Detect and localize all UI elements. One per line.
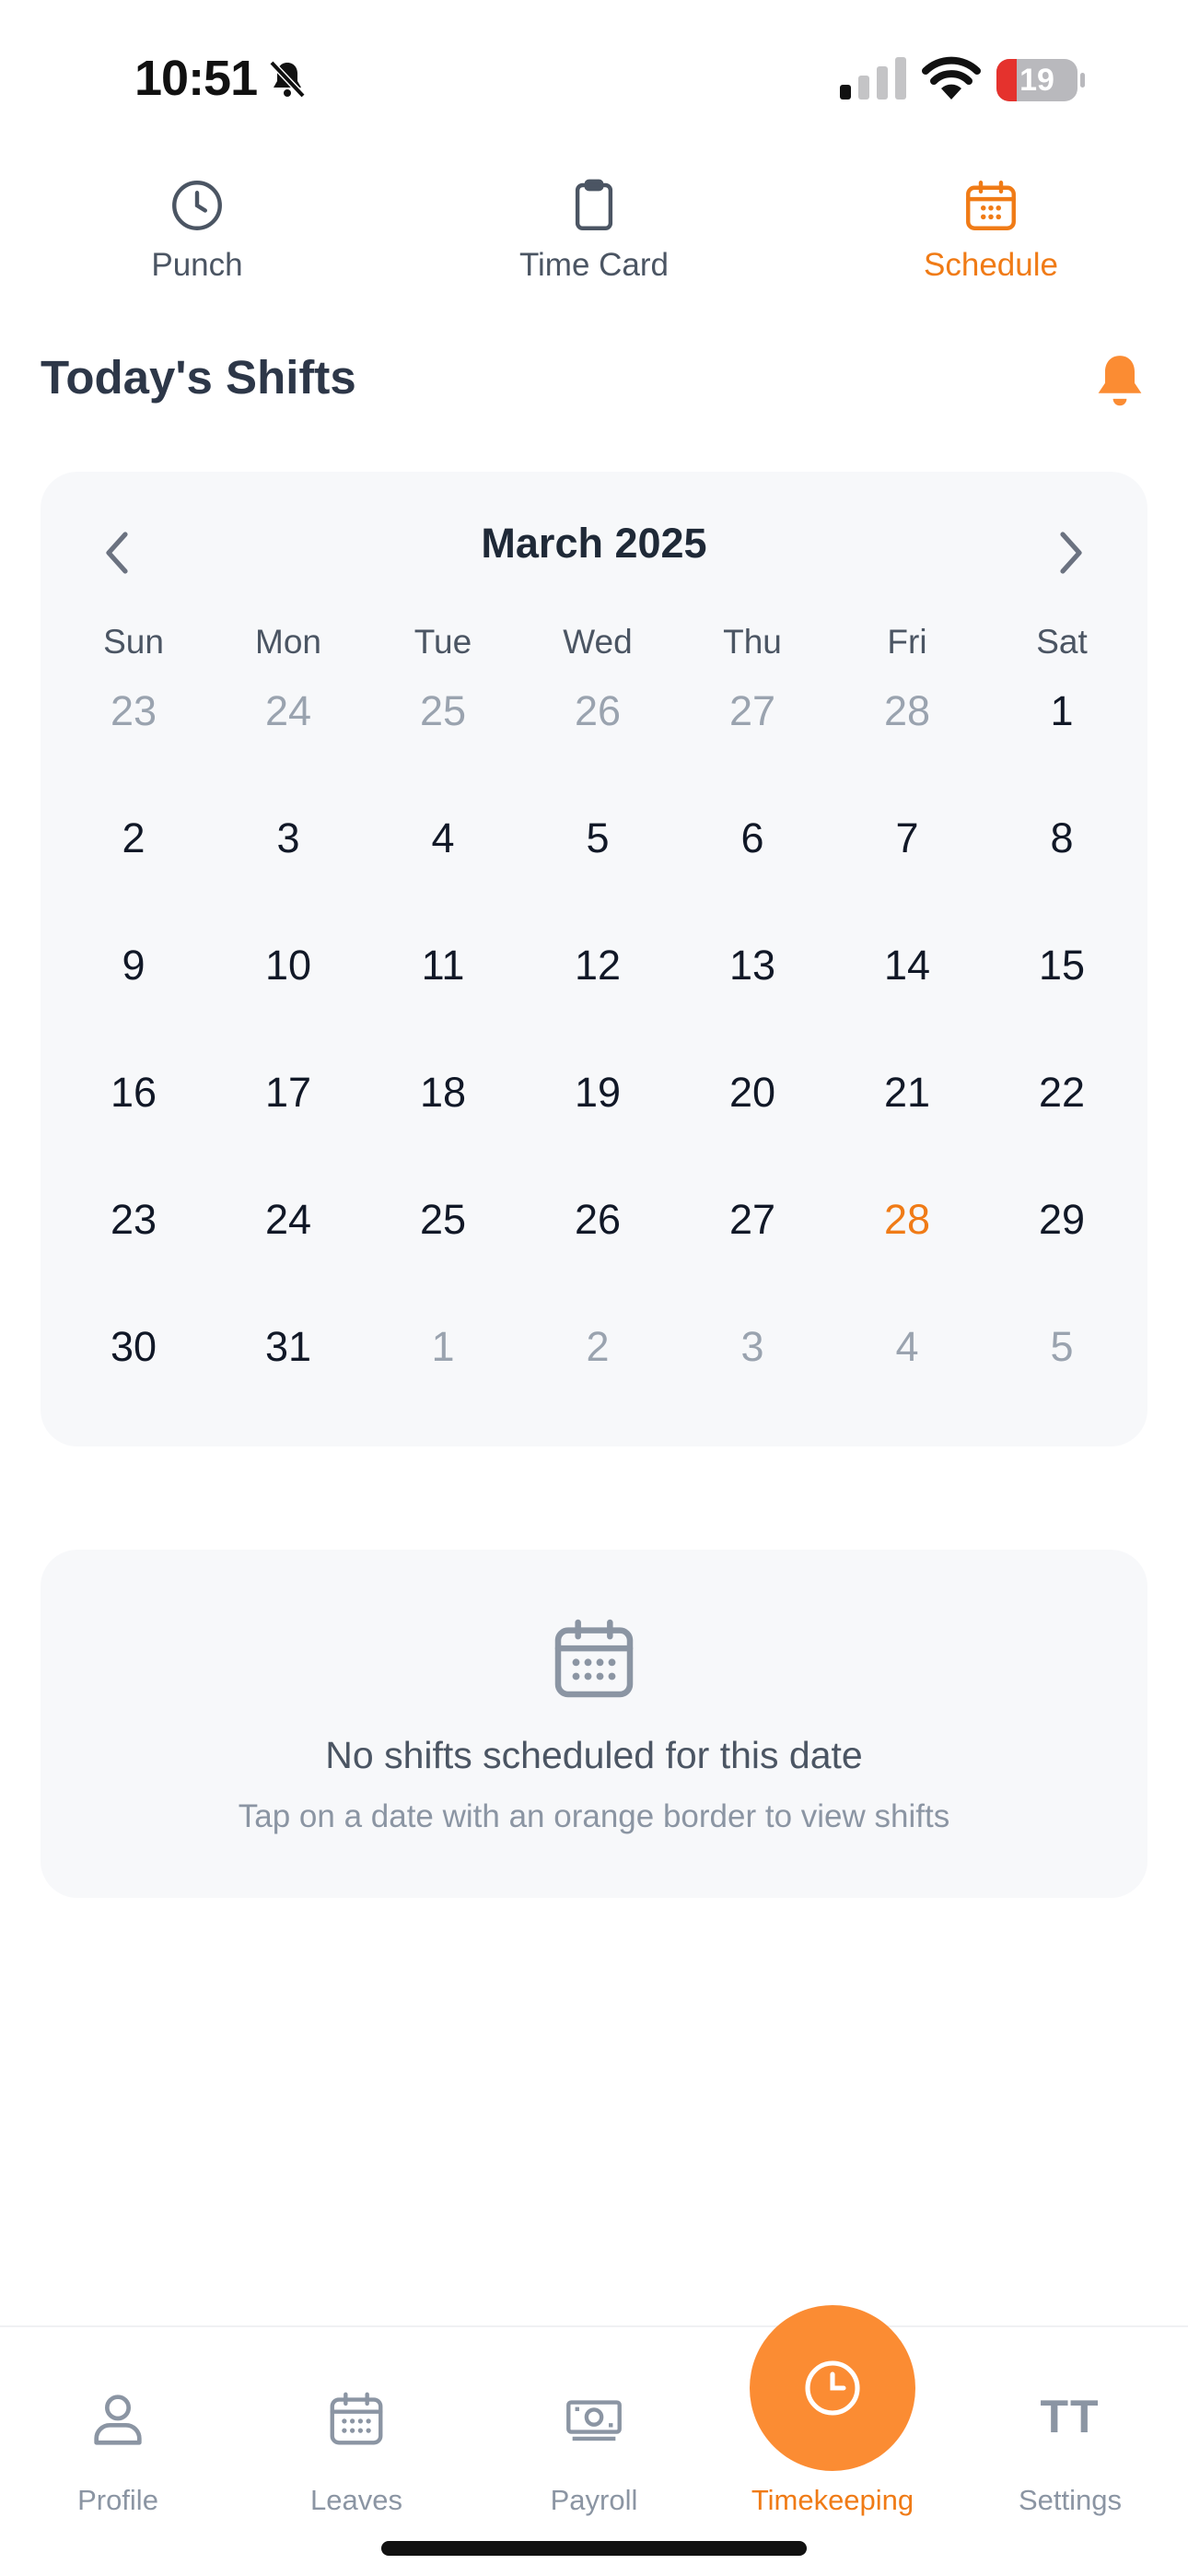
calendar-day[interactable]: 31 — [211, 1292, 366, 1402]
calendar-day[interactable]: 4 — [830, 1292, 984, 1402]
calendar-day[interactable]: 27 — [675, 1165, 830, 1275]
calendar-day[interactable]: 28 — [830, 656, 984, 767]
empty-state-subtitle: Tap on a date with an orange border to v… — [238, 1798, 950, 1834]
clipboard-icon — [575, 179, 613, 230]
calendar-day[interactable]: 17 — [211, 1037, 366, 1148]
clock-icon — [172, 181, 222, 230]
calendar-day[interactable]: 2 — [56, 783, 211, 894]
calendar-day[interactable]: 19 — [520, 1037, 675, 1148]
nav-label: Profile — [77, 2484, 158, 2516]
calendar-day[interactable]: 12 — [520, 910, 675, 1021]
empty-state-title: No shifts scheduled for this date — [325, 1734, 863, 1776]
calendar-day[interactable]: 5 — [520, 783, 675, 894]
calendar-day[interactable]: 27 — [675, 656, 830, 767]
battery-indicator: 19 — [996, 59, 1085, 101]
calendar-day[interactable]: 16 — [56, 1037, 211, 1148]
tab-label: Punch — [151, 247, 243, 283]
calendar-day[interactable]: 5 — [984, 1292, 1139, 1402]
nav-settings[interactable]: TT Settings — [960, 2327, 1181, 2516]
calendar-day[interactable]: 3 — [211, 783, 366, 894]
next-month-button[interactable] — [1042, 516, 1098, 590]
calendar-day[interactable]: 6 — [675, 783, 830, 894]
person-icon — [94, 2395, 142, 2445]
calendar-day[interactable]: 20 — [675, 1037, 830, 1148]
calendar-day[interactable]: 24 — [211, 1165, 366, 1275]
calendar-day[interactable]: 25 — [366, 1165, 520, 1275]
calendar-day[interactable]: 21 — [830, 1037, 984, 1148]
tab-label: Schedule — [924, 247, 1058, 283]
calendar: March 2025 Sun Mon Tue Wed Thu Fri Sat 23 24 25 2… — [41, 472, 1147, 1446]
nav-leaves[interactable]: Leaves — [246, 2327, 467, 2516]
clock-icon — [805, 2360, 860, 2416]
nav-label-timekeeping: Timekeeping — [751, 2484, 914, 2516]
calendar-day[interactable]: 22 — [984, 1037, 1139, 1148]
nav-profile[interactable]: Profile — [7, 2327, 228, 2516]
empty-state-card: No shifts scheduled for this date Tap on… — [41, 1550, 1147, 1898]
calendar-day[interactable]: 10 — [211, 910, 366, 1021]
calendar-day[interactable]: 4 — [366, 783, 520, 894]
calendar-day[interactable]: 9 — [56, 910, 211, 1021]
calendar-day[interactable]: 18 — [366, 1037, 520, 1148]
calendar-icon — [330, 2392, 383, 2445]
cellular-signal-icon — [840, 57, 906, 100]
nav-label: Leaves — [310, 2484, 402, 2516]
wifi-icon — [922, 56, 981, 100]
calendar-day[interactable]: 2 — [520, 1292, 675, 1402]
calendar-month-title: March 2025 — [481, 520, 707, 567]
initials-avatar: TT — [1040, 2391, 1101, 2442]
status-time: 10:51 — [134, 51, 258, 106]
top-tab-bar: Punch Time Card Schedule — [0, 175, 1188, 295]
calendar-day[interactable]: 11 — [366, 910, 520, 1021]
nav-timekeeping[interactable] — [750, 2305, 915, 2471]
battery-level: 19 — [1019, 62, 1054, 98]
money-icon — [566, 2400, 622, 2441]
calendar-day[interactable]: 3 — [675, 1292, 830, 1402]
home-indicator — [381, 2541, 807, 2556]
calendar-day[interactable]: 23 — [56, 1165, 211, 1275]
calendar-day[interactable]: 24 — [211, 656, 366, 767]
calendar-day[interactable]: 26 — [520, 656, 675, 767]
calendar-day[interactable]: 23 — [56, 656, 211, 767]
calendar-day[interactable]: 1 — [366, 1292, 520, 1402]
tab-label: Time Card — [518, 247, 670, 283]
calendar-icon — [966, 181, 1016, 230]
page-title: Today's Shifts — [41, 351, 356, 404]
calendar-day[interactable]: 14 — [830, 910, 984, 1021]
calendar-day[interactable]: 25 — [366, 656, 520, 767]
bottom-navigation: Profile Leaves Payroll Timekeeping TT Se… — [0, 2305, 1188, 2576]
calendar-day[interactable]: 8 — [984, 783, 1139, 894]
calendar-day[interactable]: 26 — [520, 1165, 675, 1275]
bell-off-icon — [269, 60, 306, 99]
calendar-day[interactable]: 15 — [984, 910, 1139, 1021]
calendar-day[interactable]: 13 — [675, 910, 830, 1021]
nav-payroll[interactable]: Payroll — [483, 2327, 705, 2516]
tab-schedule[interactable]: Schedule — [853, 175, 1129, 295]
calendar-day-today[interactable]: 28 — [830, 1165, 984, 1275]
status-bar: 10:51 19 — [0, 0, 1188, 157]
calendar-day[interactable]: 1 — [984, 656, 1139, 767]
chevron-right-icon — [1060, 532, 1082, 574]
nav-label: Settings — [1018, 2484, 1122, 2516]
calendar-day[interactable]: 30 — [56, 1292, 211, 1402]
tab-punch[interactable]: Punch — [59, 175, 335, 295]
calendar-day[interactable]: 7 — [830, 783, 984, 894]
tab-time-card[interactable]: Time Card — [456, 175, 732, 295]
nav-label: Payroll — [550, 2484, 638, 2516]
calendar-icon — [554, 1619, 634, 1698]
notification-bell-icon[interactable] — [1092, 350, 1147, 409]
calendar-day[interactable]: 29 — [984, 1165, 1139, 1275]
